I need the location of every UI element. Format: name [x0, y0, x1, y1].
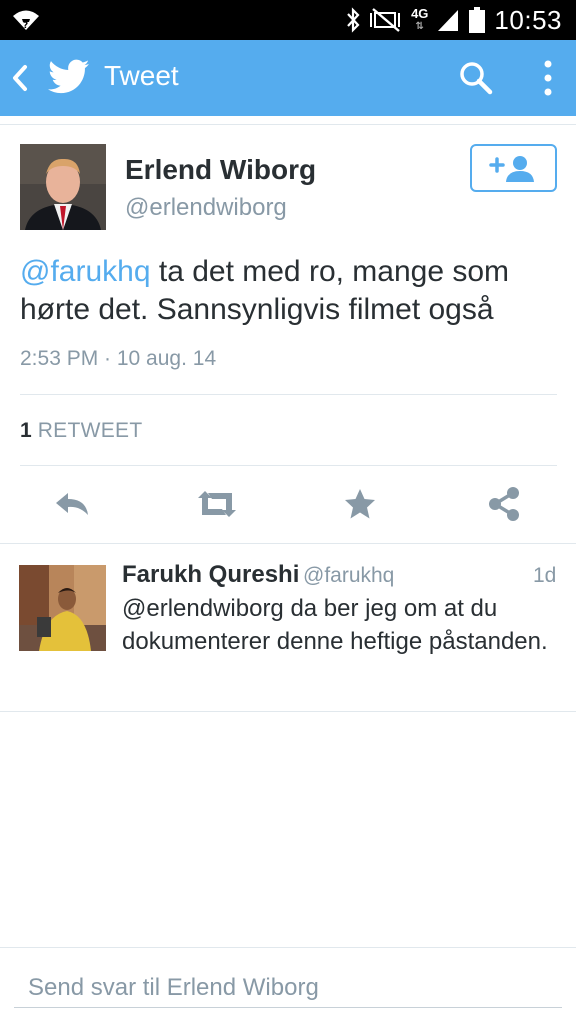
- mention-link[interactable]: @farukhq: [20, 255, 151, 288]
- divider: [20, 465, 557, 466]
- svg-text:?: ?: [23, 21, 28, 31]
- author-name[interactable]: Erlend Wiborg: [125, 154, 316, 186]
- reply-button[interactable]: [50, 486, 94, 522]
- reply-timestamp: 1d: [533, 564, 557, 587]
- retweet-label: RETWEET: [37, 419, 143, 442]
- author-handle[interactable]: @erlendwiborg: [125, 194, 287, 222]
- divider: [0, 543, 576, 544]
- divider: [0, 711, 576, 712]
- search-icon[interactable]: [458, 60, 494, 96]
- divider: [20, 394, 557, 395]
- divider: [0, 124, 576, 125]
- star-icon: [345, 489, 375, 519]
- reply-text: @erlendwiborg da ber jeg om at du dokume…: [122, 595, 548, 655]
- wifi-icon: ?: [13, 10, 39, 31]
- tweet-timestamp: 2:53 PM · 10 aug. 14: [20, 347, 217, 370]
- reply-author-handle[interactable]: @farukhq: [303, 564, 394, 588]
- reply-input[interactable]: [14, 968, 562, 1008]
- divider: [0, 947, 576, 948]
- battery-icon: [469, 7, 486, 33]
- follow-button[interactable]: [470, 144, 557, 192]
- reply-icon: [56, 493, 88, 515]
- status-bar: ? 4G ⇅ 10:53: [0, 0, 576, 40]
- favorite-button[interactable]: [340, 486, 380, 522]
- tweet-text: @farukhq ta det med ro, mange som hørte …: [20, 253, 560, 329]
- share-icon: [489, 487, 519, 521]
- avatar[interactable]: [20, 144, 106, 230]
- back-arrow-icon[interactable]: [10, 62, 30, 94]
- signal-icon: [438, 10, 459, 31]
- network-type: 4G ⇅: [411, 6, 429, 32]
- reply-author-name[interactable]: Farukh Qureshi: [122, 561, 299, 589]
- reply-avatar[interactable]: [19, 565, 106, 651]
- mute-icon: [370, 8, 401, 32]
- retweet-button[interactable]: [192, 486, 242, 522]
- share-button[interactable]: [484, 486, 524, 522]
- retweet-count[interactable]: 1 RETWEET: [20, 419, 142, 443]
- action-bar: Tweet: [0, 40, 576, 116]
- retweet-icon: [198, 491, 236, 517]
- clock: 10:53: [494, 4, 562, 35]
- overflow-menu-icon[interactable]: [536, 58, 560, 98]
- screen-title: Tweet: [104, 60, 179, 91]
- bluetooth-icon: [347, 7, 360, 33]
- retweet-number: 1: [20, 419, 32, 442]
- add-user-icon: [488, 156, 534, 182]
- twitter-bird-icon: [48, 59, 90, 94]
